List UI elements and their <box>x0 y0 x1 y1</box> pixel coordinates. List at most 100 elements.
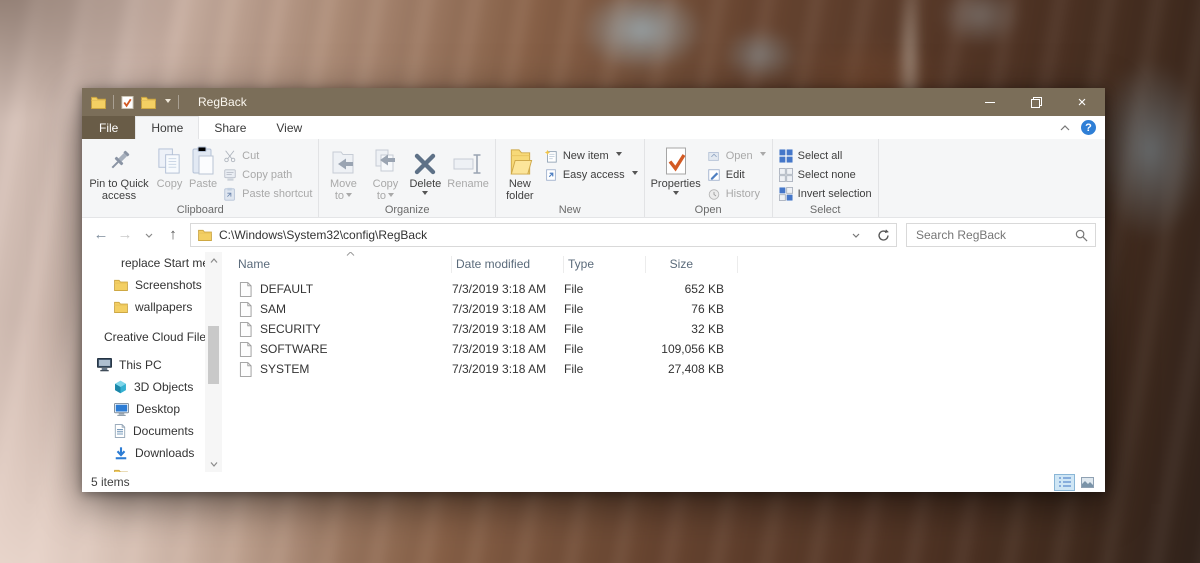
history-button[interactable]: History <box>704 184 769 203</box>
copy-to-button[interactable]: Copy to <box>364 142 406 203</box>
ribbon-group-select: Select all Select none Invert selection … <box>773 139 879 217</box>
title-bar[interactable]: RegBack × <box>82 88 1105 116</box>
sidebar-scrollbar[interactable] <box>205 252 222 472</box>
search-box[interactable] <box>906 223 1096 247</box>
copy-path-icon <box>224 168 236 181</box>
scrollbar-down-arrow[interactable] <box>210 456 218 472</box>
back-button[interactable]: ← <box>89 223 113 247</box>
address-bar-row: ← → ↑ C:\Windows\System32\config\RegBack <box>82 218 1105 252</box>
file-row-sam[interactable]: SAM 7/3/2019 3:18 AM File 76 KB <box>234 299 1105 319</box>
thumbnail-view-icon <box>1081 476 1094 488</box>
ribbon-group-clipboard: Pin to Quick access Copy Paste Cut Copy … <box>82 139 320 217</box>
restore-button[interactable] <box>1013 88 1059 116</box>
file-row-default[interactable]: DEFAULT 7/3/2019 3:18 AM File 652 KB <box>234 279 1105 299</box>
sort-ascending-icon <box>346 252 355 256</box>
history-clock-icon <box>708 188 719 200</box>
new-folder-icon <box>507 143 533 178</box>
column-header-size[interactable]: Size <box>646 256 738 273</box>
refresh-button[interactable] <box>873 228 893 242</box>
sidebar-item-desktop[interactable]: Desktop <box>82 398 205 420</box>
sidebar-item-this-pc[interactable]: This PC <box>82 354 205 376</box>
group-label-clipboard: Clipboard <box>176 204 224 216</box>
move-to-button[interactable]: Move to <box>322 142 364 203</box>
minimize-button[interactable] <box>967 88 1013 116</box>
pin-to-quick-access-button[interactable]: Pin to Quick access <box>85 142 153 203</box>
column-header-name[interactable]: Name <box>234 256 452 273</box>
rename-button[interactable]: Rename <box>444 142 492 191</box>
chevron-down-icon <box>145 233 153 238</box>
forward-button[interactable]: → <box>113 223 137 247</box>
arrow-right-icon: → <box>117 226 133 243</box>
qat-new-folder-button[interactable] <box>141 96 156 109</box>
folder-icon <box>114 301 128 313</box>
scrollbar-thumb[interactable] <box>208 326 219 384</box>
copy-to-icon <box>372 143 398 178</box>
sidebar-item-partial[interactable] <box>82 464 205 472</box>
sidebar-item-downloads[interactable]: Downloads <box>82 442 205 464</box>
computer-icon <box>97 358 112 372</box>
sidebar-item-3d-objects[interactable]: 3D Objects <box>82 376 205 398</box>
sidebar-item-wallpapers[interactable]: wallpapers <box>82 296 205 318</box>
chevron-down-icon <box>210 461 217 467</box>
qat-customize-button[interactable] <box>163 98 171 106</box>
copy-path-button[interactable]: Copy path <box>220 165 315 184</box>
items-count: 5 items <box>91 475 130 489</box>
up-button[interactable]: ↑ <box>161 223 185 247</box>
file-row-security[interactable]: SECURITY 7/3/2019 3:18 AM File 32 KB <box>234 319 1105 339</box>
copy-button[interactable]: Copy <box>153 142 186 191</box>
column-header-type[interactable]: Type <box>564 256 646 273</box>
search-icon <box>1075 229 1088 241</box>
collapse-ribbon-button[interactable] <box>1060 124 1070 131</box>
chevron-up-icon <box>210 257 217 263</box>
3d-cube-icon <box>115 380 126 394</box>
address-bar[interactable]: C:\Windows\System32\config\RegBack <box>190 223 897 247</box>
tab-file[interactable]: File <box>82 116 136 139</box>
group-label-open: Open <box>694 204 722 216</box>
restore-icon <box>1030 96 1042 108</box>
recent-locations-button[interactable] <box>137 233 161 238</box>
easy-access-button[interactable]: Easy access <box>541 165 641 184</box>
select-none-button[interactable]: Select none <box>776 165 875 184</box>
tab-share[interactable]: Share <box>199 116 261 139</box>
rename-icon <box>453 143 483 178</box>
delete-button[interactable]: Delete <box>406 142 444 199</box>
quick-access-toolbar: RegBack <box>82 95 247 109</box>
previous-locations-button[interactable] <box>846 233 866 238</box>
main-area: replace Start me Screenshots wallpapers … <box>82 252 1105 472</box>
column-headers: Name Date modified Type Size <box>234 252 1105 275</box>
tab-view[interactable]: View <box>261 116 317 139</box>
edit-button[interactable]: Edit <box>704 165 769 184</box>
tab-home[interactable]: Home <box>135 116 200 139</box>
qat-properties-button[interactable] <box>121 95 134 109</box>
properties-button[interactable]: Properties <box>648 142 704 199</box>
arrow-up-icon: ↑ <box>169 226 177 243</box>
dropdown-caret-icon <box>388 192 395 200</box>
details-view-button[interactable] <box>1054 473 1075 491</box>
scrollbar-up-arrow[interactable] <box>210 252 218 268</box>
sidebar-item-documents[interactable]: Documents <box>82 420 205 442</box>
address-path[interactable]: C:\Windows\System32\config\RegBack <box>219 228 839 242</box>
new-item-button[interactable]: New item <box>541 146 641 165</box>
minimize-icon <box>985 101 995 103</box>
file-row-system[interactable]: SYSTEM 7/3/2019 3:18 AM File 27,408 KB <box>234 359 1105 379</box>
document-icon <box>114 424 126 438</box>
new-folder-button[interactable]: New folder <box>499 142 541 203</box>
paste-shortcut-button[interactable]: Paste shortcut <box>220 184 315 203</box>
open-button[interactable]: Open <box>704 146 769 165</box>
help-button[interactable]: ? <box>1081 120 1096 135</box>
cut-button[interactable]: Cut <box>220 146 315 165</box>
column-header-date-modified[interactable]: Date modified <box>452 256 564 273</box>
search-input[interactable] <box>914 227 1075 243</box>
file-row-software[interactable]: SOFTWARE 7/3/2019 3:18 AM File 109,056 K… <box>234 339 1105 359</box>
large-icons-view-button[interactable] <box>1077 474 1098 491</box>
sidebar-item-replace-start-me[interactable]: replace Start me <box>82 252 205 274</box>
qat-separator <box>178 95 179 109</box>
chevron-down-icon <box>165 98 171 106</box>
close-button[interactable]: × <box>1059 88 1105 116</box>
sidebar-item-creative-cloud-files[interactable]: Creative Cloud File <box>82 326 205 348</box>
sidebar-item-screenshots[interactable]: Screenshots <box>82 274 205 296</box>
paste-button[interactable]: Paste <box>186 142 220 191</box>
invert-selection-button[interactable]: Invert selection <box>776 184 875 203</box>
ribbon-group-new: New folder New item Easy access New <box>496 139 645 217</box>
select-all-button[interactable]: Select all <box>776 146 875 165</box>
